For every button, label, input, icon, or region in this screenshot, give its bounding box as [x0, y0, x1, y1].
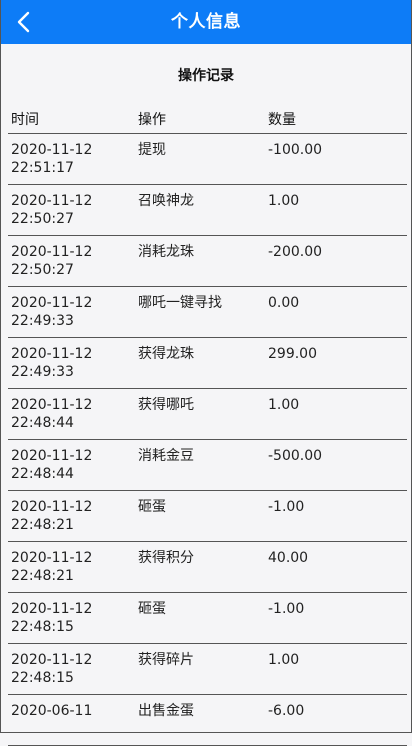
table-row: 2020-11-12 22:48:21 获得积分 40.00: [8, 542, 407, 593]
quantity-cell: 299.00: [268, 346, 317, 362]
time-cell: 2020-06-11: [8, 702, 138, 745]
time-cell: 2020-11-12 22:48:15: [8, 651, 138, 694]
time-cell: 2020-11-12 22:48:21: [8, 549, 138, 592]
time-text: 22:48:15: [11, 619, 74, 635]
operation-cell: 获得哪吒: [138, 397, 194, 413]
time-text: 22:48:44: [11, 415, 74, 431]
quantity-cell: -1.00: [268, 601, 305, 617]
operation-cell: 获得积分: [138, 550, 194, 566]
quantity-cell: 1.00: [268, 397, 300, 413]
table-row: 2020-11-12 22:49:33 获得龙珠 299.00: [8, 338, 407, 389]
date-text: 2020-11-12: [11, 652, 93, 668]
date-text: 2020-11-12: [11, 601, 93, 617]
table-row: 2020-11-12 22:50:27 召唤神龙 1.00: [8, 185, 407, 236]
records-table: 时间 操作 数量 2020-11-12 22:51:17 提现 -100.00 2020…: [8, 104, 407, 746]
operation-cell: 获得碎片: [138, 652, 194, 668]
quantity-cell: 0.00: [268, 295, 300, 311]
quantity-cell: -1.00: [268, 499, 305, 515]
date-text: 2020-11-12: [11, 397, 93, 413]
time-text: 22:49:33: [11, 313, 74, 329]
time-cell: 2020-11-12 22:51:17: [8, 141, 138, 184]
table-row: 2020-06-11 出售金蛋 -6.00: [8, 695, 407, 746]
time-cell: 2020-11-12 22:48:44: [8, 396, 138, 439]
section-title: 操作记录: [178, 68, 234, 84]
quantity-cell: -6.00: [268, 703, 305, 719]
quantity-cell: -200.00: [268, 244, 323, 260]
table-row: 2020-11-12 22:50:27 消耗龙珠 -200.00: [8, 236, 407, 287]
time-cell: 2020-11-12 22:49:33: [8, 294, 138, 337]
operation-cell: 召唤神龙: [138, 193, 194, 209]
table-row: 2020-11-12 22:48:21 砸蛋 -1.00: [8, 491, 407, 542]
operation-cell: 出售金蛋: [138, 703, 194, 719]
time-cell: 2020-11-12 22:50:27: [8, 192, 138, 235]
quantity-cell: -500.00: [268, 448, 323, 464]
time-text: 22:48:15: [11, 670, 74, 686]
time-text: 22:50:27: [11, 262, 74, 278]
time-text: 22:49:33: [11, 364, 74, 380]
date-text: 2020-11-12: [11, 448, 93, 464]
table-row: 2020-11-12 22:48:15 获得碎片 1.00: [8, 644, 407, 695]
column-header-quantity: 数量: [268, 111, 296, 128]
date-text: 2020-11-12: [11, 142, 93, 158]
time-text: 22:51:17: [11, 160, 74, 176]
table-row: 2020-11-12 22:48:15 砸蛋 -1.00: [8, 593, 407, 644]
operation-cell: 砸蛋: [138, 601, 166, 617]
operation-cell: 消耗龙珠: [138, 244, 194, 260]
operation-cell: 哪吒一键寻找: [138, 295, 222, 311]
quantity-cell: 1.00: [268, 652, 300, 668]
time-text: 22:50:27: [11, 211, 74, 227]
time-cell: 2020-11-12 22:48:21: [8, 498, 138, 541]
table-row: 2020-11-12 22:51:17 提现 -100.00: [8, 134, 407, 185]
operation-cell: 提现: [138, 142, 166, 158]
quantity-cell: 40.00: [268, 550, 309, 566]
operation-cell: 获得龙珠: [138, 346, 194, 362]
time-text: 22:48:21: [11, 517, 74, 533]
quantity-cell: 1.00: [268, 193, 300, 209]
time-cell: 2020-11-12 22:49:33: [8, 345, 138, 388]
table-row: 2020-11-12 22:49:33 哪吒一键寻找 0.00: [8, 287, 407, 338]
quantity-cell: -100.00: [268, 142, 323, 158]
date-text: 2020-11-12: [11, 346, 93, 362]
time-text: 22:48:21: [11, 568, 74, 584]
top-nav-bar: 个人信息: [0, 0, 412, 44]
date-text: 2020-06-11: [11, 703, 93, 719]
date-text: 2020-11-12: [11, 550, 93, 566]
date-text: 2020-11-12: [11, 499, 93, 515]
operation-cell: 砸蛋: [138, 499, 166, 515]
column-header-operation: 操作: [138, 111, 166, 128]
table-row: 2020-11-12 22:48:44 获得哪吒 1.00: [8, 389, 407, 440]
time-text: 22:48:44: [11, 466, 74, 482]
date-text: 2020-11-12: [11, 244, 93, 260]
operation-cell: 消耗金豆: [138, 448, 194, 464]
time-cell: 2020-11-12 22:50:27: [8, 243, 138, 286]
table-row: 2020-11-12 22:48:44 消耗金豆 -500.00: [8, 440, 407, 491]
time-cell: 2020-11-12 22:48:15: [8, 600, 138, 643]
table-header-row: 时间 操作 数量: [8, 104, 407, 134]
page-title: 个人信息: [171, 12, 241, 32]
date-text: 2020-11-12: [11, 295, 93, 311]
column-header-time: 时间: [11, 111, 39, 128]
date-text: 2020-11-12: [11, 193, 93, 209]
time-cell: 2020-11-12 22:48:44: [8, 447, 138, 490]
table-body: 2020-11-12 22:51:17 提现 -100.00 2020-11-12 22:…: [8, 134, 407, 746]
